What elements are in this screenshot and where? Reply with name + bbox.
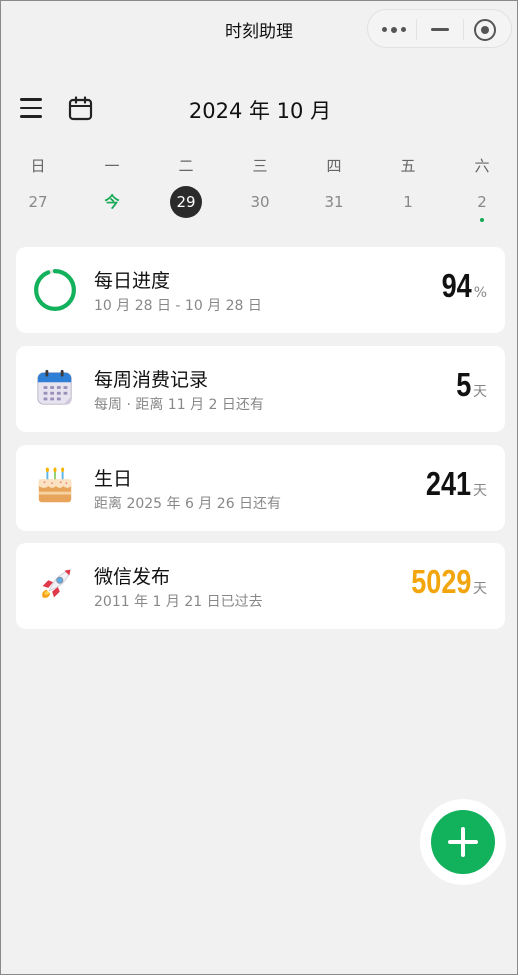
card-value: 5029 天: [398, 563, 487, 607]
card-daily-progress[interactable]: 每日进度 10 月 28 日 - 10 月 28 日 94 %: [16, 247, 505, 333]
progress-ring-icon: [34, 269, 76, 311]
value-number: 5029: [410, 563, 471, 600]
day-number: 30: [250, 193, 270, 211]
month-title: 2024 年 10 月: [188, 99, 332, 123]
weekday-label: 二: [178, 157, 194, 175]
day-tuesday-selected[interactable]: 二 29: [164, 154, 208, 218]
card-value: 241 天: [416, 465, 487, 509]
day-number: 31: [324, 193, 344, 211]
day-thursday[interactable]: 四 31: [312, 154, 356, 218]
weekday-label: 三: [252, 157, 268, 175]
day-number: 2: [477, 193, 487, 211]
event-dot: [480, 218, 484, 222]
day-wednesday[interactable]: 三 30: [238, 154, 282, 218]
rocket-icon: [42, 569, 71, 598]
calendar-icon: [37, 369, 72, 405]
card-title: 生日: [94, 468, 133, 490]
weekday-label: 日: [30, 157, 46, 175]
weekday-label: 六: [474, 157, 490, 175]
selected-day: 29: [170, 186, 202, 218]
day-monday-today[interactable]: 一 今: [90, 154, 134, 218]
card-subtitle: 距离 2025 年 6 月 26 日还有: [94, 496, 282, 512]
value-unit: %: [473, 285, 487, 301]
day-number: 27: [28, 193, 48, 211]
birthday-cake-icon: [38, 467, 72, 503]
weekday-label: 一: [104, 157, 120, 175]
value-unit: 天: [473, 581, 487, 597]
value-number: 241: [425, 465, 471, 502]
card-subtitle: 2011 年 1 月 21 日已过去: [94, 594, 263, 610]
weekday-label: 四: [326, 157, 342, 175]
week-strip: 日 27 一 今 二 29 三 30 四 31 五 1 六 2: [1, 154, 518, 234]
card-wechat-launch[interactable]: 微信发布 2011 年 1 月 21 日已过去 5029 天: [16, 543, 505, 629]
card-subtitle: 10 月 28 日 - 10 月 28 日: [94, 298, 262, 314]
day-friday[interactable]: 五 1: [386, 154, 430, 218]
card-title: 每周消费记录: [94, 369, 209, 391]
card-subtitle: 每周 · 距离 11 月 2 日还有: [94, 397, 264, 413]
close-target-icon[interactable]: [474, 19, 496, 41]
add-button[interactable]: [431, 810, 495, 874]
title-bar: 时刻助理: [1, 1, 517, 57]
card-value: 94 %: [435, 267, 487, 311]
card-title: 每日进度: [94, 270, 171, 292]
more-options-icon[interactable]: [382, 26, 406, 33]
mini-program-capsule: [367, 9, 512, 48]
card-title: 微信发布: [94, 566, 171, 588]
value-unit: 天: [473, 384, 487, 400]
minimize-icon[interactable]: [431, 28, 449, 31]
today-marker: 今: [104, 193, 120, 211]
day-sunday[interactable]: 日 27: [16, 154, 60, 218]
add-button-ring: [420, 799, 506, 885]
card-value: 5 天: [453, 366, 487, 410]
value-unit: 天: [473, 483, 487, 499]
day-number: 1: [403, 193, 413, 211]
app-screen: 时刻助理 2024 年 10 月 日 27 一 今 二 29 三 30 四 31…: [0, 0, 518, 975]
card-birthday[interactable]: 生日 距离 2025 年 6 月 26 日还有 241 天: [16, 445, 505, 531]
day-saturday[interactable]: 六 2: [460, 154, 504, 222]
value-number: 94: [441, 267, 472, 304]
card-weekly-spending[interactable]: 每周消费记录 每周 · 距离 11 月 2 日还有 5 天: [16, 346, 505, 432]
weekday-label: 五: [400, 157, 416, 175]
value-number: 5: [455, 366, 471, 403]
